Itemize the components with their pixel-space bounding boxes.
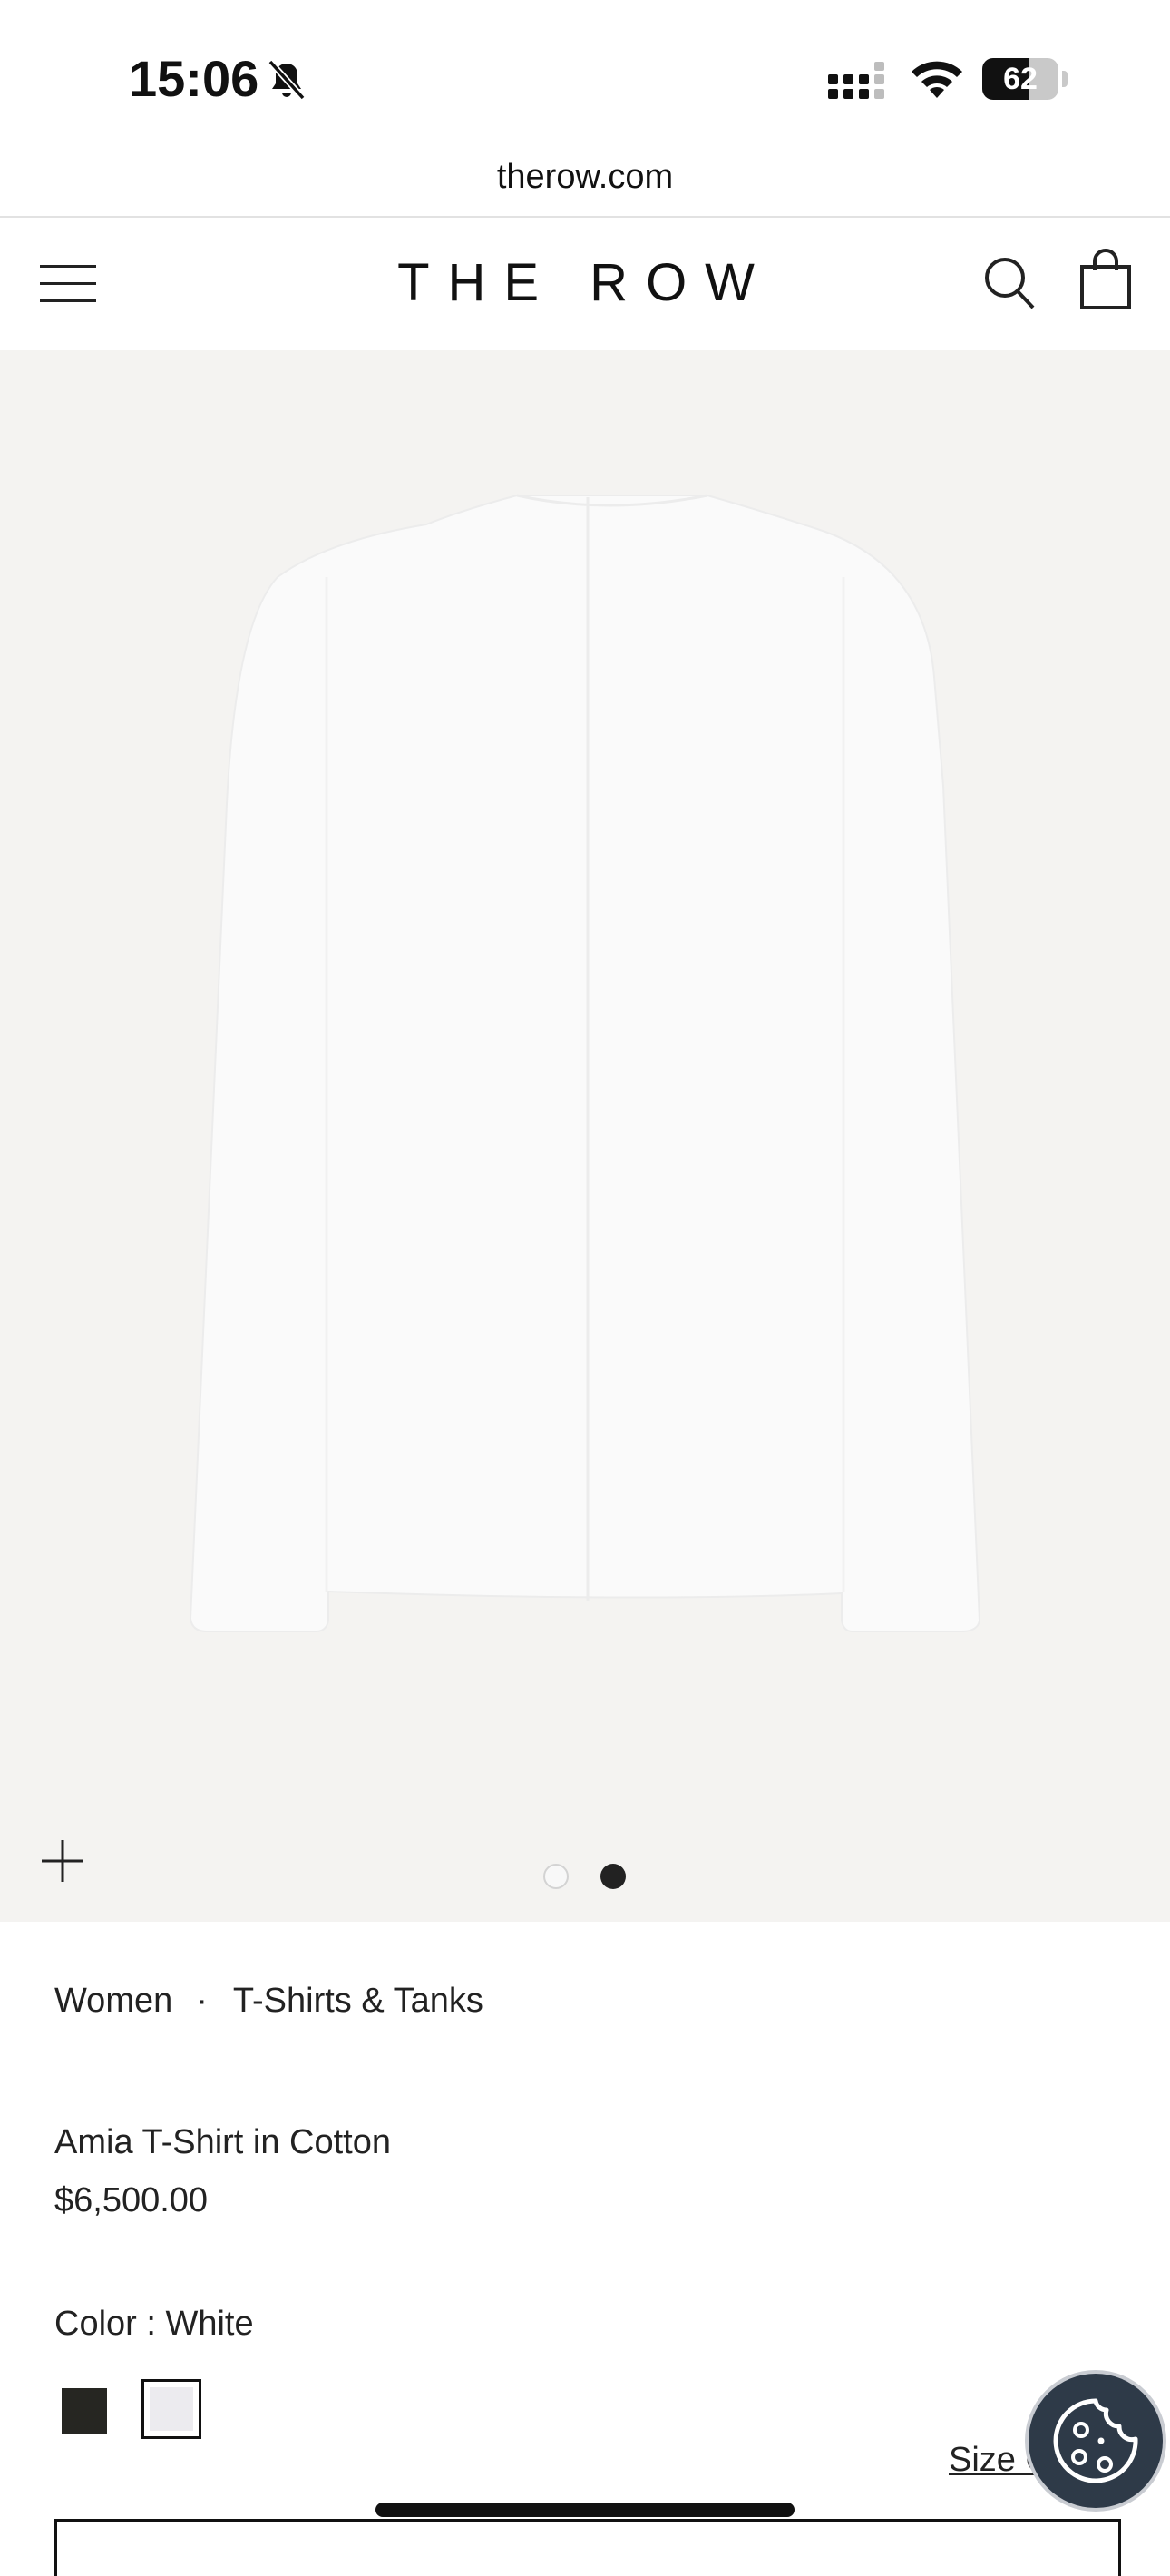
cellular-signal-icon — [828, 62, 884, 99]
color-label: Color : White — [54, 2305, 254, 2343]
color-swatch-white-fill — [150, 2387, 193, 2431]
url-text[interactable]: therow.com — [0, 158, 1170, 197]
wifi-icon — [912, 61, 962, 98]
product-name: Amia T-Shirt in Cotton — [54, 2123, 392, 2161]
battery-body: 62 — [982, 58, 1058, 100]
cookie-icon — [1053, 2398, 1138, 2483]
color-swatch-black[interactable] — [62, 2388, 107, 2434]
battery-percent: 62 — [1003, 62, 1038, 96]
home-indicator — [375, 2503, 795, 2517]
product-price: $6,500.00 — [54, 2181, 209, 2219]
breadcrumb-item-women[interactable]: Women — [54, 1982, 172, 2020]
search-icon[interactable] — [983, 256, 1036, 310]
carousel-dots — [0, 1864, 1170, 1891]
carousel-dot-2[interactable] — [600, 1864, 626, 1889]
battery-icon: 62 — [982, 58, 1068, 100]
battery-nub — [1062, 71, 1068, 87]
product-image[interactable] — [190, 441, 980, 1648]
cookie-settings-button[interactable] — [1029, 2374, 1163, 2508]
shopping-bag-icon[interactable] — [1079, 249, 1132, 310]
site-header: THE ROW — [0, 218, 1170, 350]
breadcrumb-item-tshirts-tanks[interactable]: T-Shirts & Tanks — [233, 1982, 483, 2020]
color-swatch-white[interactable] — [141, 2379, 201, 2439]
carousel-dot-1[interactable] — [543, 1864, 569, 1889]
status-bar: 15:06 62 — [0, 0, 1170, 145]
breadcrumb-separator: · — [196, 1982, 208, 2020]
product-image-gallery[interactable] — [0, 350, 1170, 1922]
bell-slash-icon — [268, 59, 306, 101]
add-to-bag-button[interactable] — [54, 2519, 1121, 2576]
browser-url-bar[interactable]: therow.com — [0, 145, 1170, 218]
breadcrumb: Women · T-Shirts & Tanks — [54, 1982, 483, 2021]
status-time: 15:06 — [129, 50, 259, 107]
